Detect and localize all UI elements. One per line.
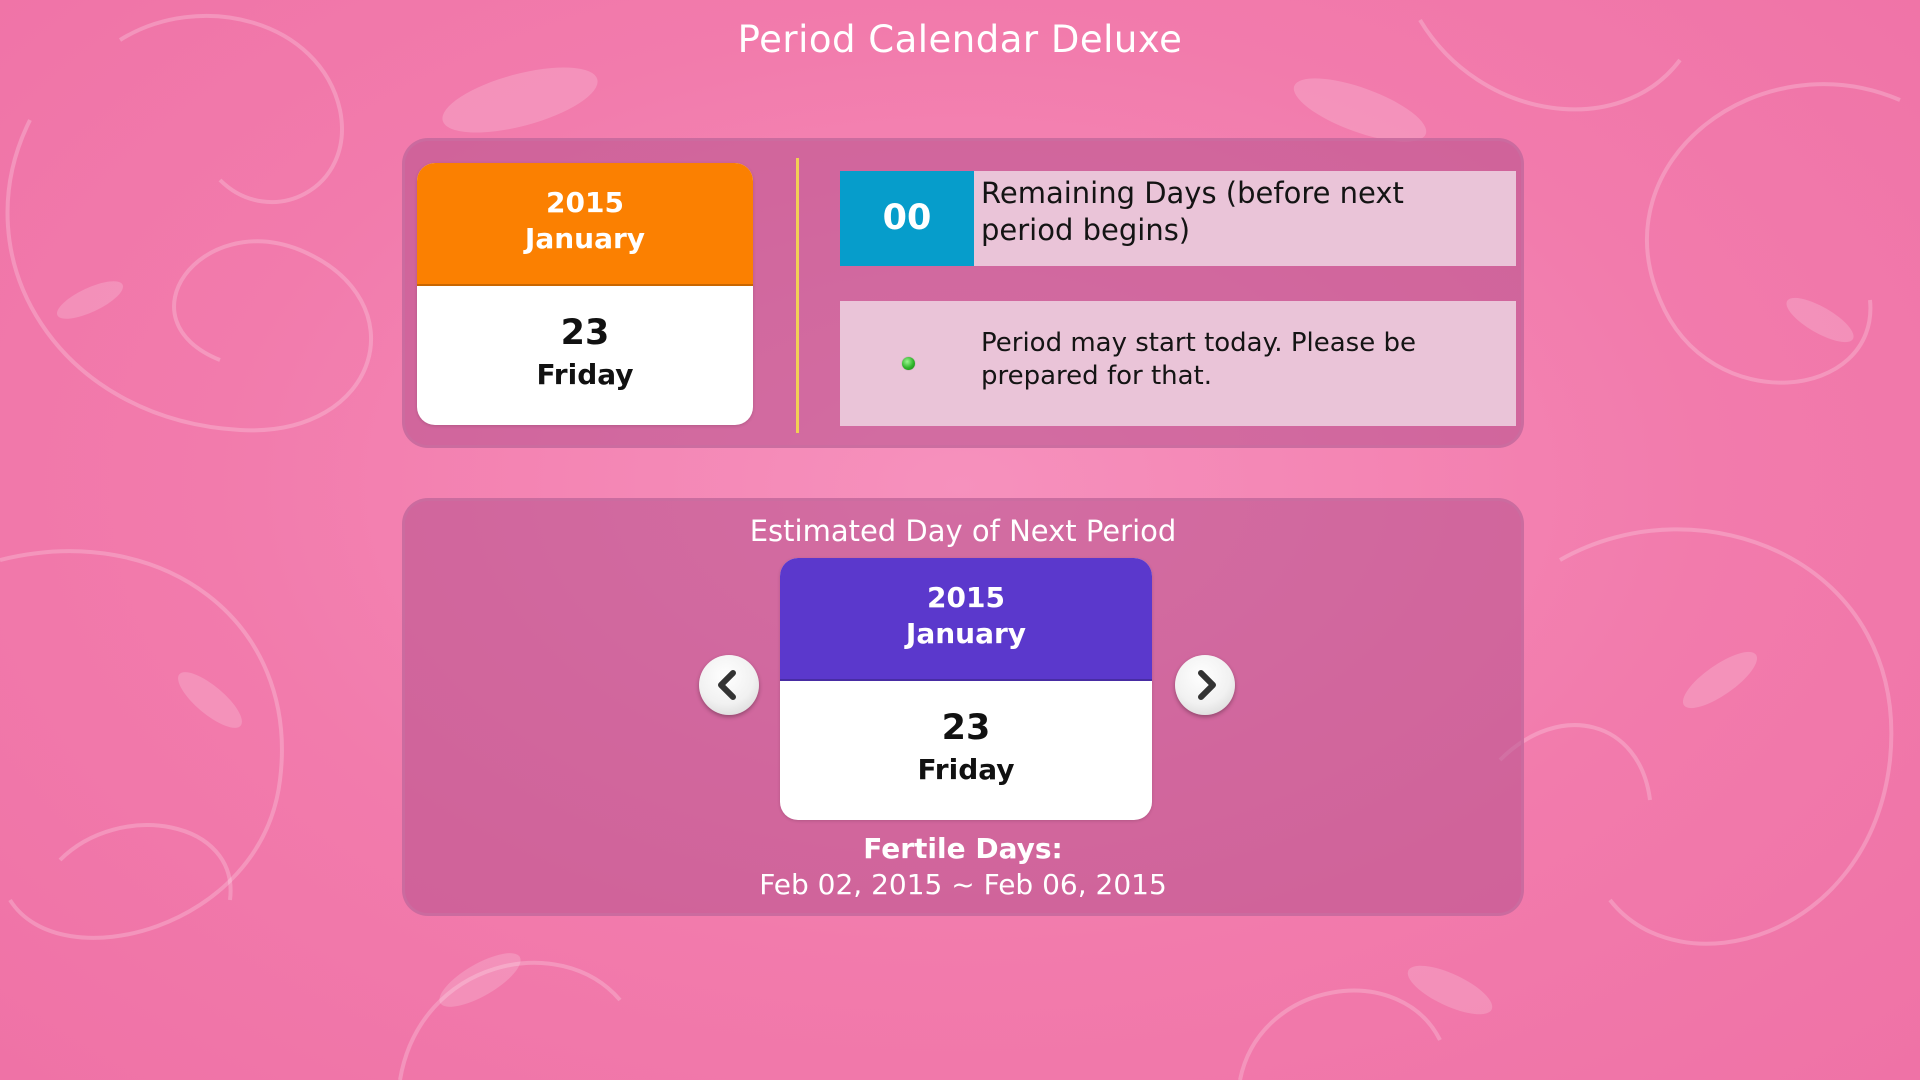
green-dot-icon [902,357,915,370]
next-period-date-header: 2015 January [780,558,1152,681]
chevron-left-icon [718,670,736,700]
next-period-date-body: 23 Friday [780,681,1152,789]
next-period-weekday: Friday [917,753,1015,786]
remaining-days-label: Remaining Days (before next period begin… [981,176,1404,247]
vertical-divider [796,158,799,433]
chevron-right-icon [1198,670,1216,700]
today-date-body: 23 Friday [417,286,753,394]
app-title: Period Calendar Deluxe [737,18,1183,61]
today-weekday: Friday [536,358,634,391]
fertile-days-range: Feb 02, 2015 ~ Feb 06, 2015 [759,868,1167,901]
next-period-month: January [905,617,1027,650]
today-date-card: 2015 January 23 Friday [417,163,753,425]
fertile-days-title: Fertile Days: [863,832,1063,865]
previous-period-button[interactable] [699,655,759,715]
status-message-text: Period may start today. Please be prepar… [981,328,1416,391]
today-year: 2015 [546,186,624,219]
next-period-date-card: 2015 January 23 Friday [780,558,1152,820]
remaining-days-count: 00 [840,171,974,266]
next-period-panel: Estimated Day of Next Period 2015 Januar… [402,498,1524,916]
today-status-panel: 2015 January 23 Friday 00 Remaining Days… [402,138,1524,448]
status-message-box: Period may start today. Please be prepar… [840,301,1516,426]
today-month: January [524,222,646,255]
next-period-year: 2015 [927,581,1005,614]
next-period-title: Estimated Day of Next Period [749,514,1177,548]
next-period-button[interactable] [1175,655,1235,715]
next-period-day: 23 [941,708,991,748]
today-date-header: 2015 January [417,163,753,286]
remaining-days-box: 00 Remaining Days (before next period be… [840,171,1516,266]
today-day: 23 [560,313,610,353]
